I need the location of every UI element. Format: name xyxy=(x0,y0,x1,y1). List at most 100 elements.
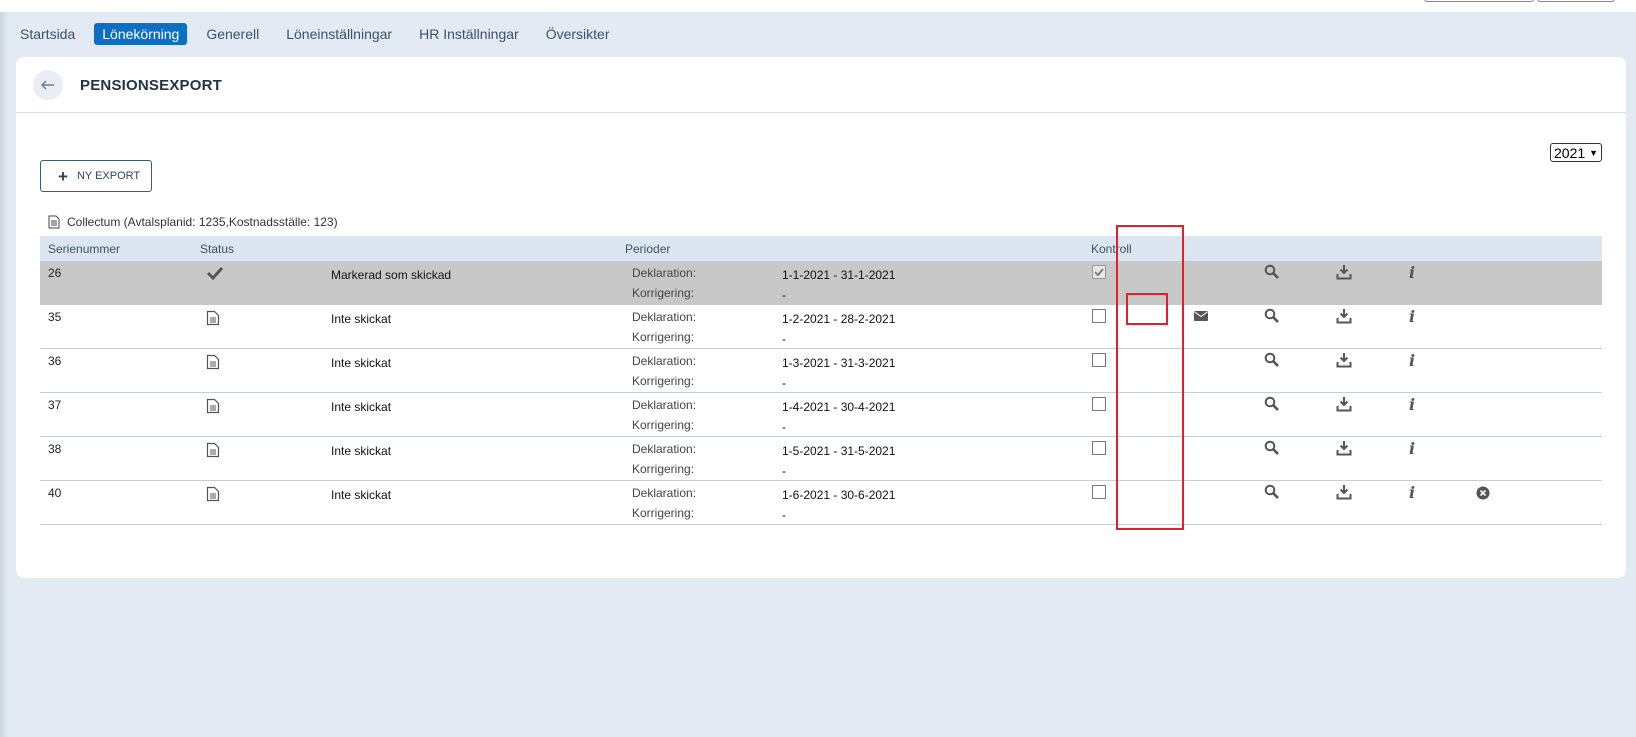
control-checkbox[interactable] xyxy=(1092,485,1106,499)
info-icon[interactable]: i xyxy=(1405,439,1419,458)
declaration-label: Deklaration: xyxy=(632,266,697,280)
panel-header: PENSIONSEXPORT xyxy=(16,57,1626,113)
correction-period: - xyxy=(782,332,786,346)
document-icon xyxy=(206,442,220,461)
new-export-label: NY EXPORT xyxy=(76,170,141,182)
correction-label: Korrigering: xyxy=(632,330,695,344)
search-icon[interactable] xyxy=(1264,396,1280,415)
table-row: 26 Markerad som skickad Deklaration: Korrig… xyxy=(40,261,1602,305)
search-icon[interactable] xyxy=(1264,264,1280,283)
plus-icon: + xyxy=(58,166,68,186)
page-title: PENSIONSEXPORT xyxy=(80,77,222,94)
document-icon xyxy=(48,215,60,229)
row-serial: 35 xyxy=(48,310,62,324)
control-checkbox[interactable] xyxy=(1092,353,1106,367)
mail-icon[interactable] xyxy=(1194,310,1208,324)
correction-period: - xyxy=(782,508,786,522)
row-status: Inte skickat xyxy=(331,488,392,502)
declaration-label: Deklaration: xyxy=(632,442,697,456)
nav-item-hr-installningar[interactable]: HR Inställningar xyxy=(411,23,527,45)
search-icon[interactable] xyxy=(1264,308,1280,327)
declaration-period: 1-6-2021 - 30-6-2021 xyxy=(782,488,896,502)
row-serial: 36 xyxy=(48,354,62,368)
correction-label: Korrigering: xyxy=(632,286,695,300)
header-control: Kontroll xyxy=(1091,242,1132,256)
declaration-period: 1-4-2021 - 30-4-2021 xyxy=(782,400,896,414)
control-checkbox[interactable] xyxy=(1092,309,1106,323)
top-button-1[interactable] xyxy=(1424,0,1534,2)
left-shade xyxy=(0,12,8,737)
nav-item-oversikter[interactable]: Översikter xyxy=(538,23,618,45)
new-export-button[interactable]: + NY EXPORT xyxy=(40,160,152,192)
declaration-label: Deklaration: xyxy=(632,354,697,368)
declaration-period: 1-2-2021 - 28-2-2021 xyxy=(782,312,896,326)
checkmark-icon xyxy=(206,266,224,283)
control-checkbox[interactable] xyxy=(1092,441,1106,455)
year-select-value: 2021 xyxy=(1554,144,1586,161)
row-status: Inte skickat xyxy=(331,312,392,326)
search-icon[interactable] xyxy=(1264,440,1280,459)
download-icon[interactable] xyxy=(1336,308,1352,327)
declaration-period: 1-5-2021 - 31-5-2021 xyxy=(782,444,896,458)
table-row: 35 Inte skickat Deklaration: Korrigering: 1-… xyxy=(40,305,1602,349)
control-checkbox[interactable] xyxy=(1092,265,1106,279)
collectum-text: Collectum (Avtalsplanid: 1235,Kostnadsst… xyxy=(67,215,338,229)
correction-label: Korrigering: xyxy=(632,418,695,432)
correction-label: Korrigering: xyxy=(632,374,695,388)
row-serial: 40 xyxy=(48,486,62,500)
declaration-label: Deklaration: xyxy=(632,310,697,324)
download-icon[interactable] xyxy=(1336,440,1352,459)
export-table: Serienummer Status Perioder Kontroll 26 M… xyxy=(40,236,1602,525)
header-periods: Perioder xyxy=(625,242,671,256)
nav-item-generell[interactable]: Generell xyxy=(198,23,267,45)
info-icon[interactable]: i xyxy=(1405,307,1419,326)
row-serial: 37 xyxy=(48,398,62,412)
correction-period: - xyxy=(782,288,786,302)
document-icon xyxy=(206,354,220,373)
info-icon[interactable]: i xyxy=(1405,483,1419,502)
row-status: Inte skickat xyxy=(331,444,392,458)
declaration-period: 1-1-2021 - 31-1-2021 xyxy=(782,268,896,282)
table-row: 36 Inte skickat Deklaration: Korrigering: 1-… xyxy=(40,349,1602,393)
correction-period: - xyxy=(782,420,786,434)
info-icon[interactable]: i xyxy=(1405,263,1419,282)
download-icon[interactable] xyxy=(1336,396,1352,415)
row-serial: 26 xyxy=(48,266,62,280)
correction-period: - xyxy=(782,464,786,478)
collectum-label: Collectum (Avtalsplanid: 1235,Kostnadsst… xyxy=(48,215,338,229)
table-row: 37 Inte skickat Deklaration: Korrigering: 1-… xyxy=(40,393,1602,437)
table-row: 40 Inte skickat Deklaration: Korrigering: 1-… xyxy=(40,481,1602,525)
document-icon xyxy=(206,486,220,505)
delete-icon[interactable] xyxy=(1476,486,1490,503)
document-icon xyxy=(206,310,220,329)
correction-period: - xyxy=(782,376,786,390)
download-icon[interactable] xyxy=(1336,352,1352,371)
info-icon[interactable]: i xyxy=(1405,351,1419,370)
checkmark-icon xyxy=(1094,268,1104,277)
top-button-2[interactable] xyxy=(1537,0,1615,2)
declaration-label: Deklaration: xyxy=(632,398,697,412)
chevron-down-icon: ▼ xyxy=(1589,147,1599,158)
download-icon[interactable] xyxy=(1336,484,1352,503)
nav-item-startsida[interactable]: Startsida xyxy=(12,23,83,45)
search-icon[interactable] xyxy=(1264,484,1280,503)
info-icon[interactable]: i xyxy=(1405,395,1419,414)
row-serial: 38 xyxy=(48,442,62,456)
top-strip xyxy=(0,0,1636,12)
header-serial: Serienummer xyxy=(48,242,121,256)
nav-item-lonekorning[interactable]: Lönekörning xyxy=(94,22,188,45)
control-checkbox[interactable] xyxy=(1092,397,1106,411)
header-status: Status xyxy=(200,242,235,256)
declaration-period: 1-3-2021 - 31-3-2021 xyxy=(782,356,896,370)
back-button[interactable] xyxy=(33,70,63,100)
declaration-label: Deklaration: xyxy=(632,486,697,500)
table-header: Serienummer Status Perioder Kontroll xyxy=(40,236,1602,261)
download-icon[interactable] xyxy=(1336,264,1352,283)
row-status: Markerad som skickad xyxy=(331,268,452,282)
search-icon[interactable] xyxy=(1264,352,1280,371)
nav-item-loneinstallningar[interactable]: Löneinställningar xyxy=(278,23,400,45)
table-row: 38 Inte skickat Deklaration: Korrigering: 1-… xyxy=(40,437,1602,481)
year-select[interactable]: 2021 ▼ xyxy=(1550,143,1602,162)
correction-label: Korrigering: xyxy=(632,462,695,476)
arrow-left-icon xyxy=(41,80,54,90)
